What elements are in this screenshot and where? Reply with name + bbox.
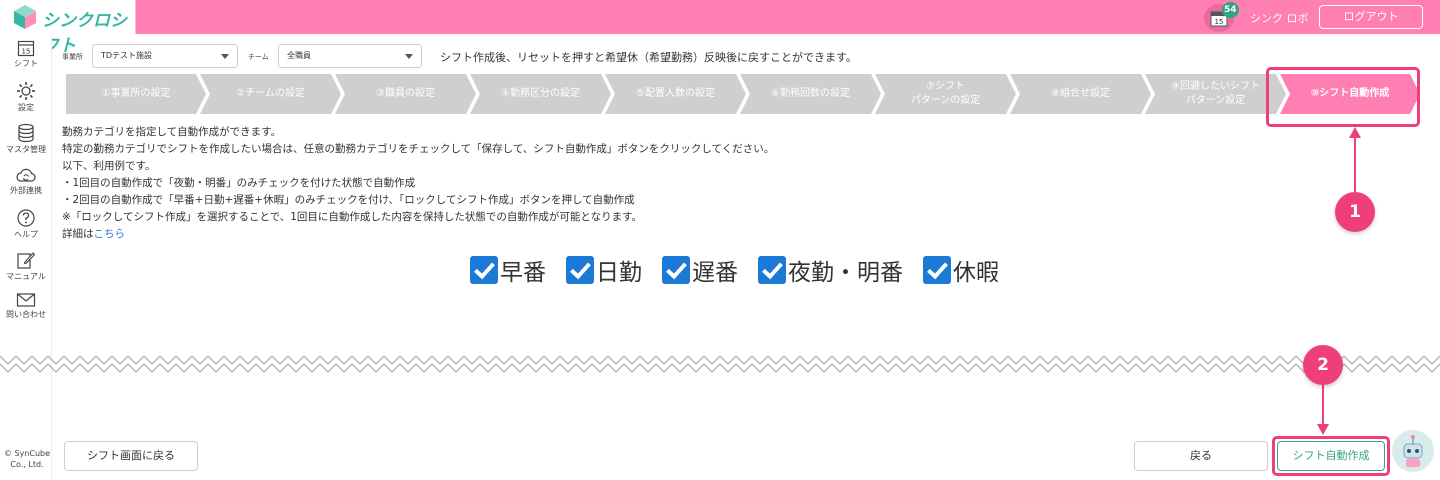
step-4[interactable]: ④勤務区分の設定 [470, 74, 611, 114]
auto-create-highlight [1272, 436, 1390, 476]
description-line: 勤務カテゴリを指定して自動作成ができます。 [62, 126, 282, 138]
category-day[interactable]: 日勤 [566, 253, 642, 287]
calendar-icon: 15 [17, 40, 35, 57]
work-category-checkboxes: 早番 日勤 遅番 夜勤・明番 休暇 [470, 253, 1019, 287]
category-label: 夜勤・明番 [788, 260, 903, 286]
sidebar-item-label: 外部連携 [10, 186, 42, 195]
team-select-value: 全職員 [287, 51, 311, 60]
callout-2: 2 [1303, 345, 1343, 385]
step-8[interactable]: ⑧組合せ設定 [1010, 74, 1151, 114]
sidebar-item-master[interactable]: マスタ管理 [0, 123, 52, 155]
checkbox-checked[interactable] [662, 256, 690, 284]
sidebar: 15 シフト 設定 マスタ管理 外部連携 ヘルプ マニュアル 問い合わせ [0, 34, 52, 480]
sidebar-item-contact[interactable]: 問い合わせ [0, 292, 52, 320]
logout-button[interactable]: ログアウト [1319, 5, 1423, 29]
details-line: 詳細はこちら [62, 228, 126, 240]
help-icon [17, 209, 35, 227]
top-header: シンクロシフト 15 54 シンク ロボ ログアウト [0, 0, 1440, 56]
user-name: シンク ロボ [1250, 12, 1309, 25]
svg-text:15: 15 [1215, 18, 1224, 26]
sidebar-item-label: シフト [14, 59, 38, 68]
description-line: 特定の勤務カテゴリでシフトを作成したい場合は、任意の勤務カテゴリをチェックして「… [62, 143, 775, 155]
sidebar-item-settings[interactable]: 設定 [0, 81, 52, 113]
notification-count-badge: 54 [1222, 2, 1239, 18]
callout-1: 1 [1335, 192, 1375, 232]
step-7[interactable]: ⑦シフト パターンの設定 [875, 74, 1016, 114]
logo-cube-icon [14, 5, 36, 29]
assistant-robot-button[interactable] [1392, 430, 1434, 472]
description: 勤務カテゴリを指定して自動作成ができます。 特定の勤務カテゴリでシフトを作成した… [62, 124, 774, 243]
section-break-zigzag [0, 350, 1440, 378]
mail-icon [16, 293, 36, 307]
step-6[interactable]: ⑥勤務回数の設定 [740, 74, 881, 114]
description-line: ※「ロックしてシフト作成」を選択することで、1回目に自動作成した内容を保持した状… [62, 211, 643, 223]
category-label: 休暇 [953, 260, 999, 286]
robot-icon [1403, 435, 1423, 467]
team-select[interactable]: 全職員 [278, 44, 422, 68]
setup-steps: ①事業所の設定 ②チームの設定 ③職員の設定 ④勤務区分の設定 ⑤配置人数の設定… [66, 74, 1420, 114]
sidebar-item-manual[interactable]: マニュアル [0, 250, 52, 282]
back-button[interactable]: 戻る [1134, 441, 1268, 471]
category-label: 日勤 [596, 260, 642, 286]
category-holiday[interactable]: 休暇 [923, 253, 999, 287]
checkbox-checked[interactable] [923, 256, 951, 284]
svg-text:15: 15 [22, 48, 31, 56]
back-to-shift-button[interactable]: シフト画面に戻る [64, 441, 198, 471]
sidebar-item-label: 設定 [18, 103, 34, 112]
gear-icon [17, 82, 35, 100]
step-1[interactable]: ①事業所の設定 [66, 74, 206, 114]
sidebar-item-help[interactable]: ヘルプ [0, 208, 52, 240]
step-5[interactable]: ⑤配置人数の設定 [605, 74, 746, 114]
step-9[interactable]: ⑨回避したいシフト パターン設定 [1145, 74, 1286, 114]
category-late[interactable]: 遅番 [662, 253, 738, 287]
checkbox-checked[interactable] [758, 256, 786, 284]
app-logo[interactable]: シンクロシフト [0, 0, 136, 56]
sidebar-item-label: マスタ管理 [6, 145, 46, 154]
reset-note: シフト作成後、リセットを押すと希望休（希望勤務）反映後に戻すことができます。 [440, 51, 857, 64]
sidebar-item-label: マニュアル [6, 272, 46, 281]
chevron-down-icon [221, 54, 229, 59]
active-step-highlight [1266, 67, 1420, 127]
team-label: チーム [248, 53, 269, 61]
category-early[interactable]: 早番 [470, 253, 546, 287]
details-link[interactable]: こちら [94, 228, 126, 240]
description-line: ・2回目の自動作成で「早番+日勤+遅番+休暇」のみチェックを付け、「ロックしてシ… [62, 194, 635, 206]
checkbox-checked[interactable] [470, 256, 498, 284]
database-icon [18, 123, 34, 143]
category-label: 早番 [500, 260, 546, 286]
category-night[interactable]: 夜勤・明番 [758, 253, 903, 287]
sidebar-item-integration[interactable]: 外部連携 [0, 166, 52, 196]
sidebar-item-label: 問い合わせ [6, 310, 46, 319]
sidebar-item-shift[interactable]: 15 シフト [0, 39, 52, 69]
sidebar-item-label: ヘルプ [14, 230, 38, 239]
step-3[interactable]: ③職員の設定 [335, 74, 476, 114]
office-select-value: TDテスト施設 [101, 51, 153, 60]
office-select[interactable]: TDテスト施設 [92, 44, 238, 68]
step-2[interactable]: ②チームの設定 [200, 74, 341, 114]
description-line: ・1回目の自動作成で「夜勤・明番」のみチェックを付けた状態で自動作成 [62, 177, 416, 189]
edit-icon [17, 252, 36, 269]
category-label: 遅番 [692, 260, 738, 286]
checkbox-checked[interactable] [566, 256, 594, 284]
chevron-down-icon [405, 54, 413, 59]
office-label: 事業所 [62, 53, 83, 61]
copyright-text: © SynCube Co., Ltd. [3, 449, 51, 469]
description-line: 以下、利用例です。 [62, 160, 156, 172]
cloud-sync-icon [16, 168, 36, 182]
